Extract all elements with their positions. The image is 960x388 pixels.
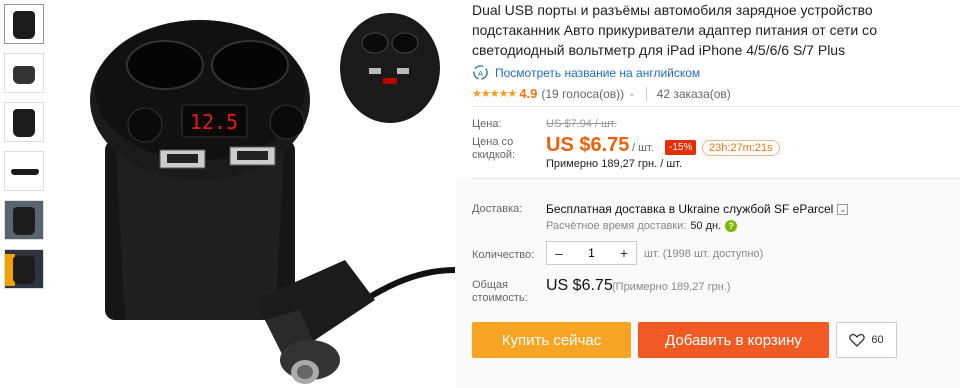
discount-badge: -15% <box>665 140 697 155</box>
heart-icon <box>849 333 866 347</box>
shipping-time-label: Расчётное время доставки: <box>546 220 687 232</box>
quantity-stepper: – + <box>546 241 637 265</box>
chevron-down-icon[interactable]: ⌄ <box>837 203 849 215</box>
discount-price-label: Цена со скидкой: <box>472 136 516 161</box>
shipping-text[interactable]: Бесплатная доставка в Ukraine службой SF… <box>546 202 833 216</box>
thumbnail-4[interactable] <box>4 151 44 191</box>
thumbnail-1[interactable] <box>4 4 44 44</box>
total-approx-uah: (Примерно 189,27 грн.) <box>612 281 731 293</box>
thumbnail-3[interactable] <box>4 102 44 142</box>
thumbnail-6[interactable] <box>4 249 44 289</box>
divider <box>472 106 960 107</box>
shipping-label: Доставка: <box>472 203 523 215</box>
total-label: Общая стоимость: <box>472 279 528 304</box>
shipping-time-value: 50 дн. <box>690 220 722 232</box>
price-label: Цена: <box>472 118 502 130</box>
product-main-image[interactable]: 12.5 <box>55 0 456 388</box>
help-icon[interactable]: ? <box>725 220 738 232</box>
purchase-panel: Цена: US $7.94 / шт. Цена со скидкой: US… <box>472 0 960 388</box>
countdown-timer: 23h:27m:21s <box>702 140 780 156</box>
quantity-input[interactable] <box>571 242 612 264</box>
wishlist-count: 60 <box>871 334 884 346</box>
shipping-time: Расчётное время доставки: 50 дн. ? <box>546 220 738 232</box>
divider <box>472 178 960 179</box>
total-price: US $6.75 <box>546 277 613 294</box>
quantity-available: шт. (1998 шт. доступно) <box>644 248 764 260</box>
wishlist-button[interactable]: 60 <box>836 322 897 358</box>
car-charger-illustration: 12.5 <box>90 13 456 384</box>
voltmeter-display: 12.5 <box>190 110 238 134</box>
price-unit: / шт. <box>632 142 654 154</box>
price-approx-uah: Примерно 189,27 грн. / шт. <box>546 158 683 170</box>
buy-now-button[interactable]: Купить сейчас <box>472 322 631 358</box>
shipping-option[interactable]: Бесплатная доставка в Ukraine службой SF… <box>546 202 849 216</box>
current-price: US $6.75 <box>546 134 630 156</box>
old-price: US $7.94 / шт. <box>546 118 617 130</box>
quantity-label: Количество: <box>472 249 535 261</box>
inset-top-view <box>340 13 440 123</box>
quantity-increase-button[interactable]: + <box>612 242 636 264</box>
add-to-cart-button[interactable]: Добавить в корзину <box>638 322 829 358</box>
thumbnail-5[interactable] <box>4 200 44 240</box>
thumbnail-strip <box>4 4 46 298</box>
thumbnail-2[interactable] <box>4 53 44 93</box>
quantity-decrease-button[interactable]: – <box>547 242 571 264</box>
